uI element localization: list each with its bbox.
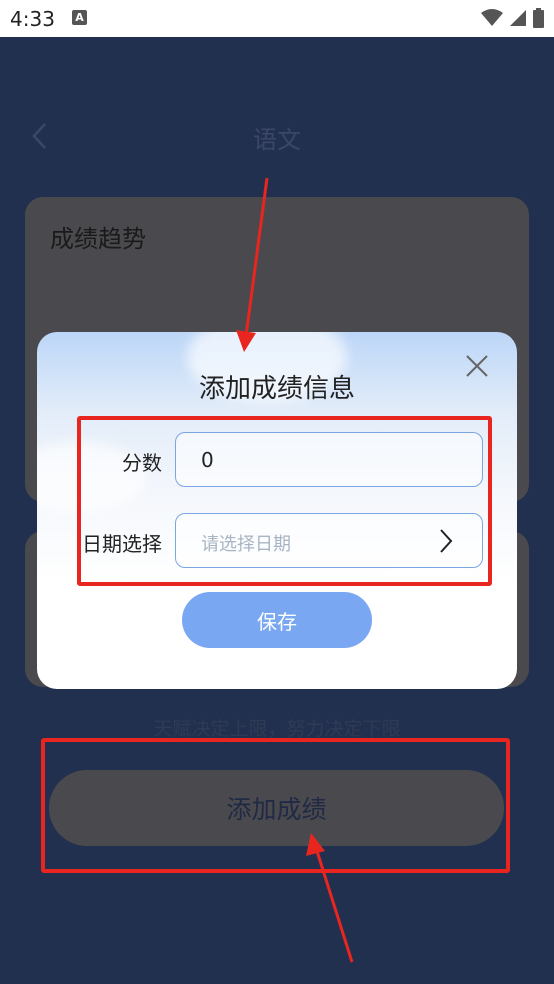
annotation-arrow-head <box>306 833 325 856</box>
annotation-arrow-head <box>236 330 256 352</box>
annotation-arrow-line <box>314 847 354 963</box>
annotation-arrows <box>236 177 354 963</box>
annotation-arrow-line <box>244 177 269 337</box>
